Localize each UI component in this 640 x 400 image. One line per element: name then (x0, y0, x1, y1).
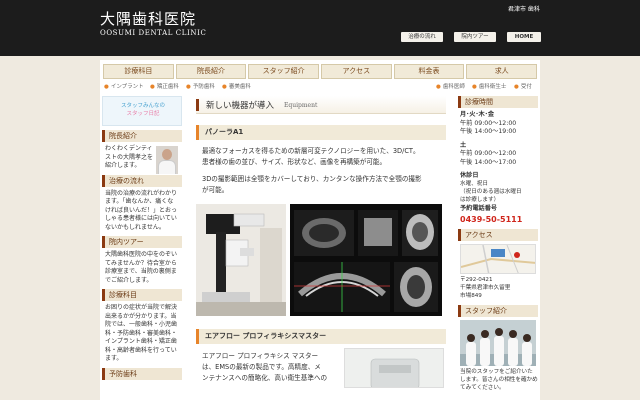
director-photo[interactable] (156, 146, 178, 174)
sidebar-heading-tour[interactable]: 院内ツアー (102, 236, 182, 248)
flow-text: 当院の治療の流れがわかります。「歯なんか、痛くなければ良いんだ！」とおっしゃる患… (105, 189, 178, 231)
staff-diary-banner-text: スタッフみんなの スタッフ日記 (120, 103, 165, 117)
address-line-1: 千葉県君津市久留里 (460, 284, 511, 291)
address-line-2: 市場849 (460, 292, 482, 299)
sidebar-heading-hours: 診療時間 (458, 96, 538, 108)
airflow-description: エアフロー プロフィラキシス マスター は、EMSの最新の製品です。高精度、メ … (202, 352, 328, 382)
hours-weekday-pm: 午後 14:00〜19:00 (460, 128, 517, 136)
subnav-link-hygienist[interactable]: ● 歯科衛生士 (472, 82, 506, 90)
site-header: 大隅歯科医院 OOSUMI DENTAL CLINIC 君津市 歯科 治療の流れ… (0, 0, 640, 56)
panora-description-2: 3Dの撮影範囲は全顎をカバーしており、カンタンな操作方法で全顎の撮影 が可能。 (202, 175, 422, 194)
hours-weekday-label: 月･火･木･金 (460, 111, 495, 118)
bullet-icon: ● (514, 84, 519, 90)
director-intro: わくわくデンティストの大隅孝之を紹介します。 (102, 142, 182, 174)
nav-item-access[interactable]: アクセス (321, 64, 392, 79)
bullet-icon: ● (436, 84, 441, 90)
bullet-icon: ● (104, 84, 109, 90)
closed-label: 休診日 (460, 171, 479, 179)
main-content: 新しい機器が導入 Equipment パノーラA1 最適なフォーカスを得るための… (196, 96, 446, 388)
page-title-en: Equipment (284, 102, 318, 109)
sidebar-heading-director[interactable]: 院長紹介 (102, 130, 182, 142)
phone-number[interactable]: 0439-50-5111 (458, 214, 538, 225)
clinic-logo-title[interactable]: 大隅歯科医院 (100, 8, 196, 29)
sidebar-heading-subjects[interactable]: 診療科目 (102, 289, 182, 301)
equipment-images (196, 204, 446, 316)
airflow-section: エアフロー プロフィラキシス マスター は、EMSの最新の製品です。高精度、メ … (196, 348, 446, 388)
sidebar-heading-flow[interactable]: 治療の流れ (102, 174, 182, 187)
hours-sat-pm: 午後 14:00〜17:00 (460, 158, 517, 166)
title-accent-bar (196, 99, 199, 111)
header-button-tour[interactable]: 院内ツアー (454, 32, 496, 42)
closed-line-2: （祝日のある週は水曜日 (460, 189, 522, 196)
nav-item-director[interactable]: 院長紹介 (175, 64, 247, 79)
closed-line-1: 水曜、祝日 (460, 181, 488, 188)
bullet-icon: ● (150, 84, 155, 90)
page-title-text: 新しい機器が導入 (206, 101, 275, 111)
subnav-link-prevent[interactable]: ● 予防歯科 (186, 82, 215, 90)
right-sidebar: 診療時間 月･火･木･金 午前 09:00〜12:00 午後 14:00〜19:… (458, 96, 538, 392)
nav-item-staff[interactable]: スタッフ紹介 (248, 64, 320, 79)
content-panel: 診療科目 院長紹介 スタッフ紹介 アクセス 料金表 求人 ● インプラント ● 矯正… (100, 60, 540, 400)
bullet-icon: ● (186, 84, 191, 90)
access-map-image[interactable] (460, 243, 536, 274)
staff-group-photo[interactable] (460, 319, 536, 366)
clinic-logo-subtitle: OOSUMI DENTAL CLINIC (100, 29, 207, 37)
closed-line-3: は診療します） (460, 197, 500, 204)
bullet-icon: ● (222, 84, 227, 90)
nav-item-subjects[interactable]: 診療科目 (103, 64, 174, 79)
subnav-link-reception[interactable]: ● 受付 (514, 82, 532, 90)
tour-text: 大隅歯科医院の中をのぞいてみませんか？待合室から診療室まで、当院の裏側までご紹介… (105, 251, 178, 284)
sidebar-heading-staff[interactable]: スタッフ紹介 (458, 304, 538, 317)
airflow-machine-photo (344, 348, 444, 388)
subnav-link-ortho[interactable]: ● 矯正歯科 (150, 82, 179, 90)
hours-sat-am: 午前 09:00〜12:00 (460, 150, 517, 158)
ct-scan-image (290, 204, 442, 316)
nav-item-price[interactable]: 料金表 (393, 64, 465, 79)
section-heading-panora: パノーラA1 (196, 125, 446, 140)
left-sidebar: スタッフみんなの スタッフ日記 院長紹介 わくわくデンティストの大隅孝之を紹介し… (102, 96, 182, 380)
sub-nav: ● インプラント ● 矯正歯科 ● 予防歯科 ● 審美歯科 ● 歯科医師 ● 歯科衛生士 ●… (100, 81, 540, 91)
phone-label: 予約電話番号 (460, 205, 498, 213)
postal-code: 〒292-0421 (460, 276, 493, 283)
sidebar-heading-prevent[interactable]: 予防歯科 (102, 367, 182, 380)
subnav-link-implant[interactable]: ● インプラント (104, 82, 144, 90)
staff-diary-banner[interactable]: スタッフみんなの スタッフ日記 (102, 96, 182, 126)
header-button-home[interactable]: HOME (507, 32, 541, 42)
subnav-link-dentist[interactable]: ● 歯科医師 (436, 82, 465, 90)
subnav-link-aesthetic[interactable]: ● 審美歯科 (222, 82, 251, 90)
sidebar-heading-access[interactable]: アクセス (458, 228, 538, 241)
section-heading-airflow: エアフロー プロフィラキシスマスター (196, 329, 446, 344)
subjects-text: お困りの症状が当院で解決出来るかが分かります。当院では、一般歯科・小児歯科・予防… (105, 304, 178, 362)
page-title: 新しい機器が導入 Equipment (196, 96, 446, 114)
header-location-text: 君津市 歯科 (508, 6, 540, 13)
nav-item-recruit[interactable]: 求人 (466, 64, 538, 79)
panora-machine-photo (196, 204, 286, 316)
header-button-flow[interactable]: 治療の流れ (401, 32, 443, 42)
hours-weekday-am: 午前 09:00〜12:00 (460, 119, 517, 127)
bullet-icon: ● (472, 84, 477, 90)
panora-description-1: 最適なフォーカスを得るための新層可変テクノロジーを用いた、3D/CT。 患者様の… (202, 147, 420, 166)
global-nav: 診療科目 院長紹介 スタッフ紹介 アクセス 料金表 求人 (100, 64, 540, 79)
staff-intro-text: 当院のスタッフをご紹介いたします。皆さんの相性を確かめてみてください。 (460, 368, 538, 391)
